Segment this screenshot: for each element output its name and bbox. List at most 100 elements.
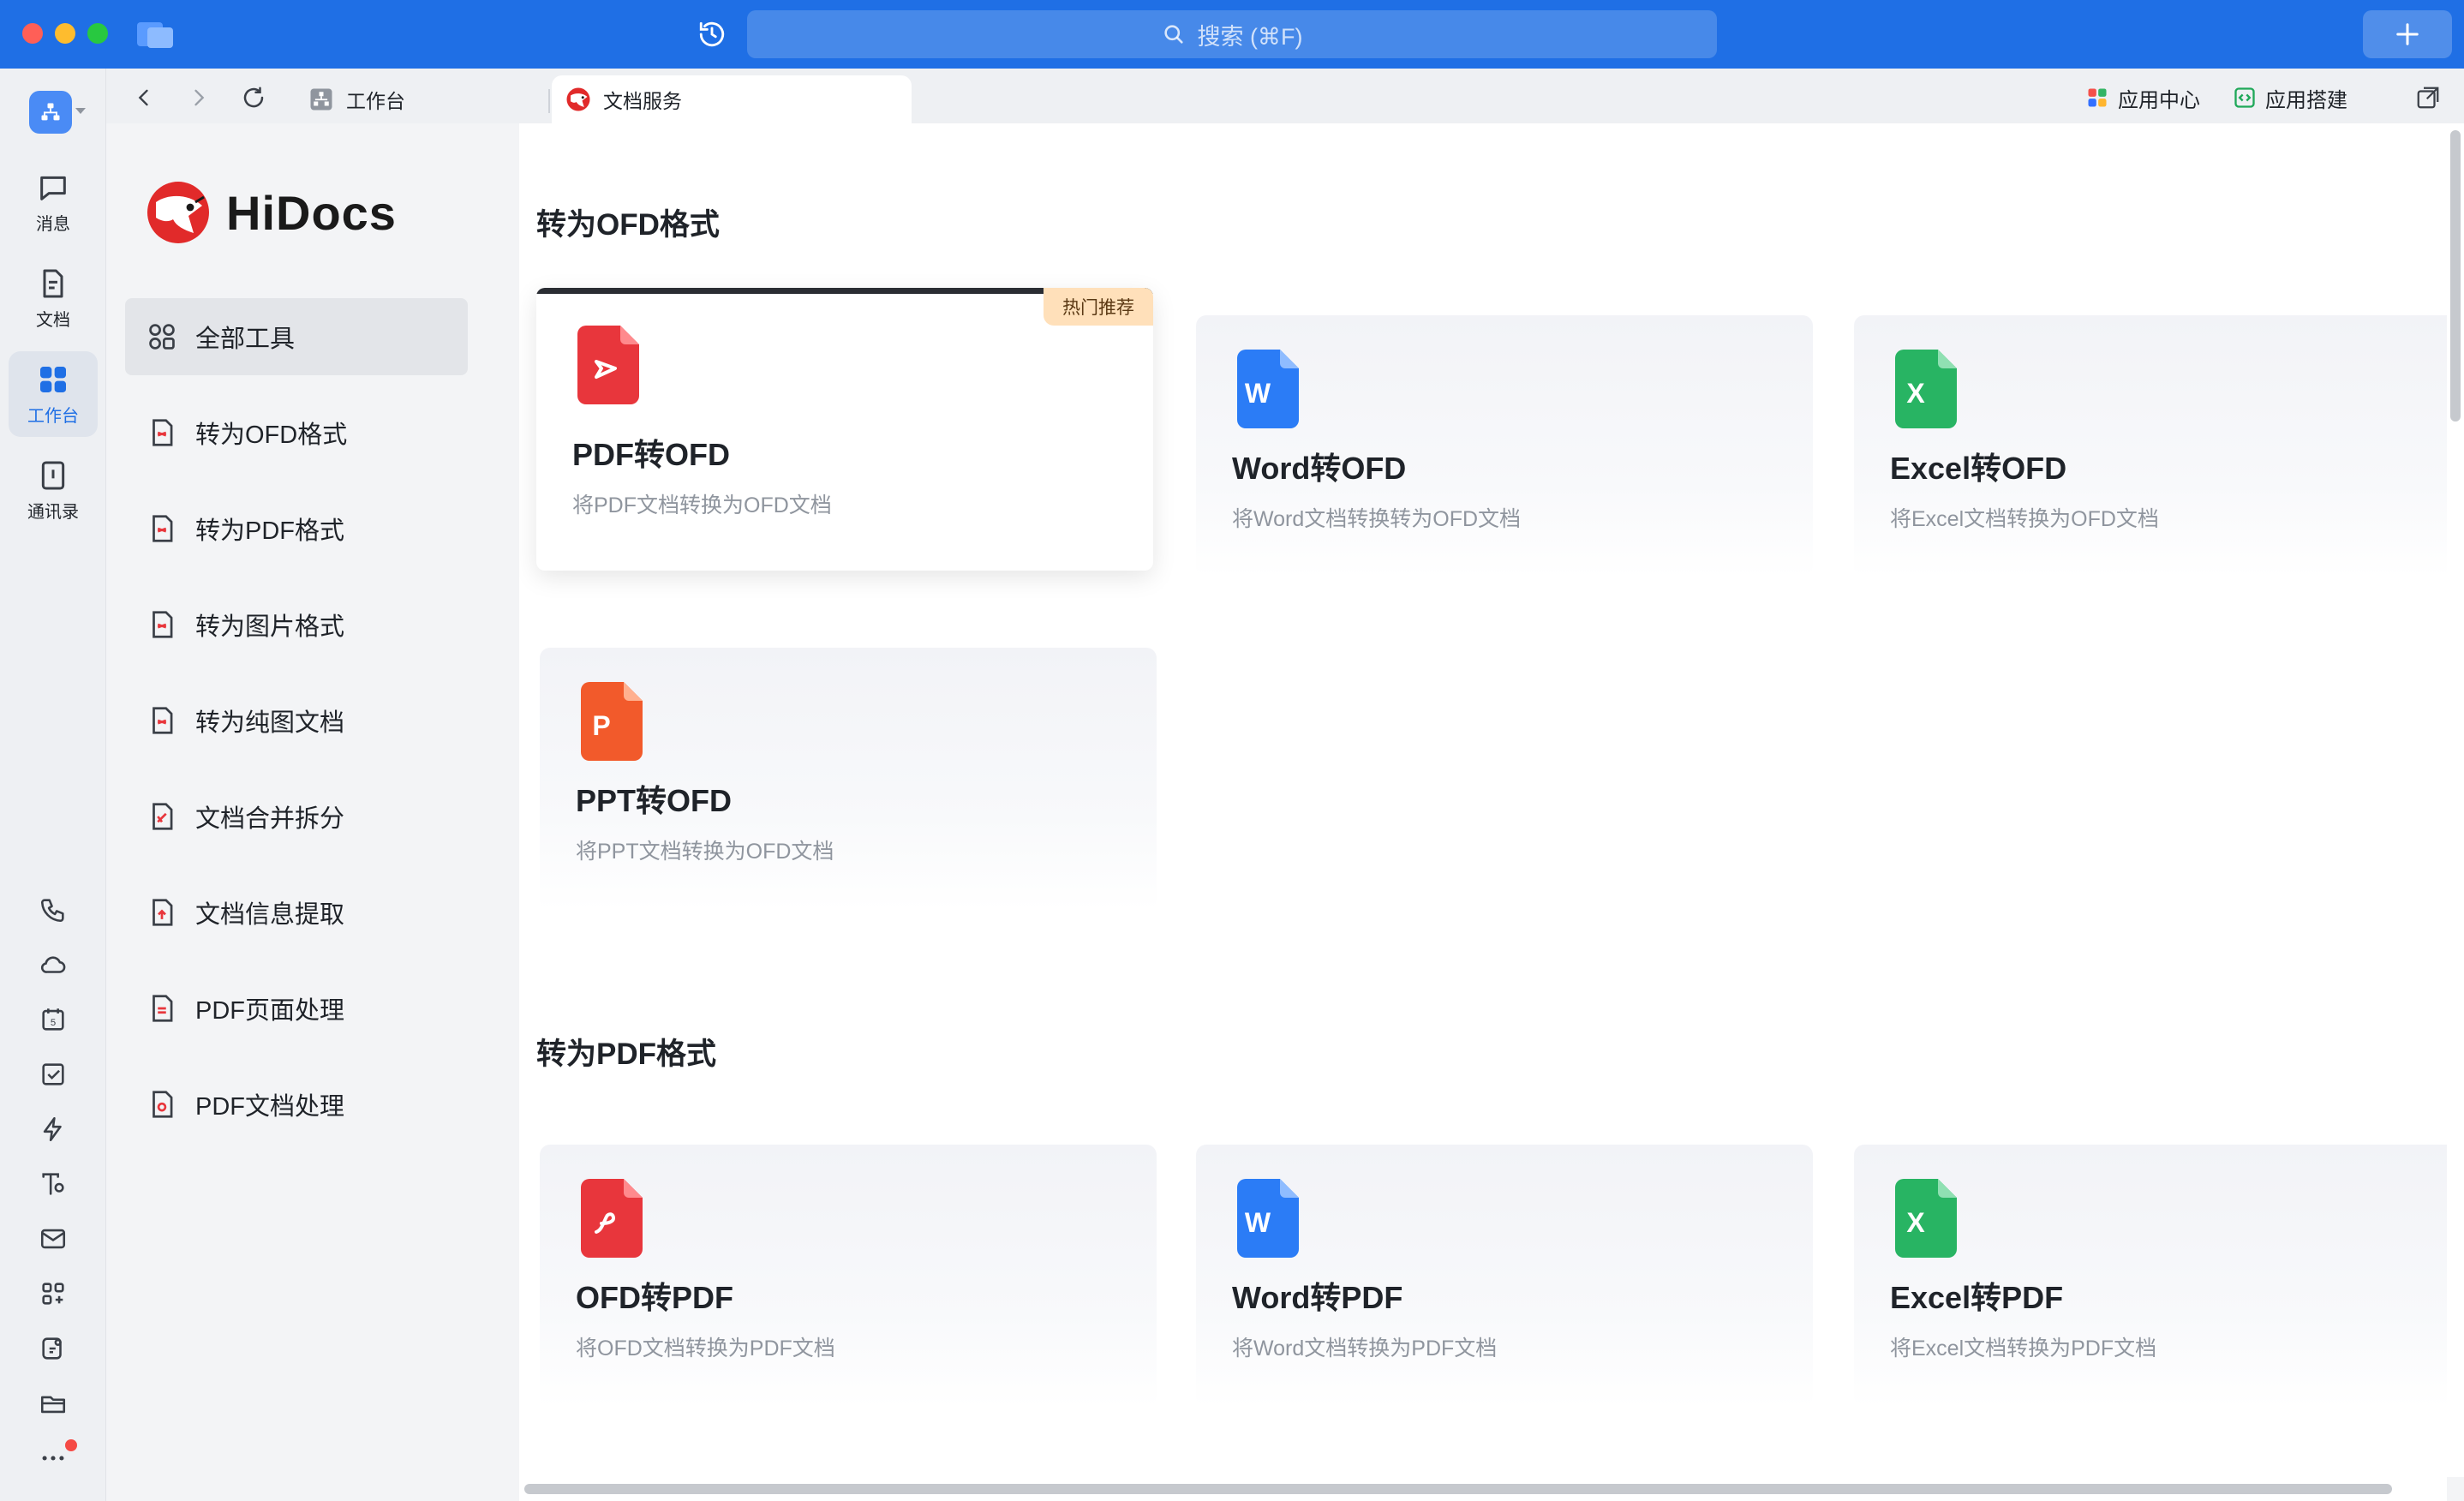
- ppt-letter: P: [592, 710, 610, 741]
- history-icon[interactable]: [694, 16, 730, 52]
- menu-item-extract-info[interactable]: 文档信息提取: [125, 874, 468, 951]
- rail-item-contacts[interactable]: 通讯录: [9, 447, 98, 533]
- hidocs-logo: HiDocs: [144, 178, 397, 247]
- menu-item-merge-split[interactable]: 文档合并拆分: [125, 778, 468, 855]
- vertical-scrollbar[interactable]: [2447, 123, 2464, 1477]
- main-content: 转为OFD格式 热门推荐 PDF转OFD 将PDF文档转换为OFD文档 W Wo…: [519, 123, 2447, 1477]
- title-bar: 搜索 (⌘F): [0, 0, 2464, 69]
- calendar-icon[interactable]: 5: [34, 1001, 72, 1038]
- apps-add-icon[interactable]: [34, 1275, 72, 1313]
- org-avatar[interactable]: [29, 91, 72, 134]
- menu-item-all-tools[interactable]: 全部工具: [125, 298, 468, 375]
- file-convert-icon: [153, 611, 173, 638]
- chevron-left-icon: [138, 89, 148, 106]
- file-convert-icon: [153, 707, 173, 734]
- rail-item-docs[interactable]: 文档: [9, 255, 98, 341]
- tab-bar: 工作台 文档服务 应用中心 应用搭建: [106, 69, 2464, 123]
- code-builder-icon: [2234, 87, 2255, 108]
- close-window-button[interactable]: [22, 23, 43, 44]
- workbench-grid-icon: [40, 366, 66, 392]
- rail-item-label: 工作台: [27, 406, 79, 426]
- menu-item-label: 文档信息提取: [195, 901, 345, 929]
- text-tool-icon[interactable]: [34, 1165, 72, 1203]
- plus-icon: [2396, 23, 2419, 45]
- maximize-window-button[interactable]: [87, 23, 108, 44]
- tab-label: 文档服务: [603, 90, 682, 112]
- file-pages-icon: [153, 995, 173, 1022]
- menu-item-to-ofd[interactable]: 转为OFD格式: [125, 394, 468, 471]
- add-button[interactable]: [2363, 10, 2452, 58]
- file-extract-icon: [153, 899, 173, 926]
- open-window-button[interactable]: [2411, 81, 2445, 115]
- card-description: 将Word文档转换为PDF文档: [1232, 1337, 1498, 1360]
- card-description: 将Excel文档转换为OFD文档: [1890, 507, 2159, 531]
- document-icon: [43, 269, 63, 297]
- chevron-down-icon[interactable]: [75, 108, 86, 114]
- app-builder-label: 应用搭建: [2265, 88, 2347, 112]
- hot-recommend-badge: 热门推荐: [1044, 288, 1153, 326]
- phone-icon[interactable]: [34, 891, 72, 929]
- all-tools-icon: [149, 324, 175, 350]
- calendar-day: 5: [51, 1018, 56, 1028]
- ppt-file-icon: P: [581, 682, 643, 761]
- tab-workbench[interactable]: 工作台: [295, 75, 535, 123]
- menu-item-to-image[interactable]: 转为图片格式: [125, 586, 468, 663]
- search-icon: [1163, 25, 1183, 44]
- task-check-icon[interactable]: [34, 1055, 72, 1093]
- tool-card-excel-to-ofd[interactable]: X Excel转OFD 将Excel文档转换为OFD文档: [1854, 315, 2447, 577]
- tab-label: 工作台: [346, 90, 405, 112]
- rail-item-workbench[interactable]: 工作台: [9, 351, 98, 437]
- minimize-window-button[interactable]: [55, 23, 75, 44]
- card-description: 将OFD文档转换为PDF文档: [576, 1337, 835, 1360]
- contacts-icon: [41, 461, 65, 489]
- menu-item-pdf-pages[interactable]: PDF页面处理: [125, 970, 468, 1047]
- card-title: OFD转PDF: [576, 1280, 733, 1315]
- word-letter: W: [1245, 378, 1271, 409]
- tool-card-ppt-to-ofd[interactable]: P PPT转OFD 将PPT文档转换为OFD文档: [540, 648, 1157, 910]
- section-title-pdf: 转为PDF格式: [536, 1038, 717, 1071]
- org-chart-icon: [41, 103, 60, 121]
- tool-card-excel-to-pdf[interactable]: X Excel转PDF 将Excel文档转换为PDF文档: [1854, 1145, 2447, 1407]
- app-center-label: 应用中心: [2118, 88, 2200, 112]
- scrollbar-thumb[interactable]: [524, 1484, 2392, 1494]
- file-convert-icon: [153, 419, 173, 446]
- refresh-button[interactable]: [236, 81, 271, 115]
- card-description: 将PDF文档转换为OFD文档: [572, 493, 832, 517]
- horizontal-scrollbar[interactable]: [519, 1477, 2447, 1501]
- excel-letter: X: [1906, 378, 1925, 409]
- app-builder-link[interactable]: 应用搭建: [2233, 81, 2347, 115]
- ofd-file-icon: [581, 1179, 643, 1258]
- notification-dot: [65, 1439, 77, 1451]
- rail-item-label: 消息: [36, 214, 70, 234]
- folder-icon[interactable]: [34, 1384, 72, 1422]
- tool-card-word-to-pdf[interactable]: W Word转PDF 将Word文档转换为PDF文档: [1196, 1145, 1813, 1407]
- cloud-icon[interactable]: [34, 946, 72, 984]
- tool-card-word-to-ofd[interactable]: W Word转OFD 将Word文档转换转为OFD文档: [1196, 315, 1813, 577]
- menu-item-to-pdf[interactable]: 转为PDF格式: [125, 490, 468, 567]
- tool-card-pdf-to-ofd[interactable]: 热门推荐 PDF转OFD 将PDF文档转换为OFD文档: [536, 288, 1153, 571]
- rail-item-label: 通讯录: [27, 502, 79, 522]
- word-letter: W: [1245, 1207, 1271, 1238]
- tool-card-ofd-to-pdf[interactable]: OFD转PDF 将OFD文档转换为PDF文档: [540, 1145, 1157, 1407]
- excel-file-icon: X: [1895, 1179, 1957, 1258]
- card-description: 将Word文档转换转为OFD文档: [1232, 507, 1522, 531]
- hidocs-mascot-icon: [566, 87, 590, 111]
- back-button[interactable]: [127, 81, 161, 115]
- forward-button[interactable]: [182, 81, 216, 115]
- rail-item-messages[interactable]: 消息: [9, 159, 98, 245]
- menu-item-label: 全部工具: [195, 326, 296, 353]
- mail-icon[interactable]: [34, 1220, 72, 1258]
- rail-item-label: 文档: [36, 310, 70, 330]
- search-input[interactable]: 搜索 (⌘F): [747, 10, 1717, 58]
- doc-edit-icon[interactable]: [34, 1330, 72, 1367]
- app-center-link[interactable]: 应用中心: [2085, 81, 2200, 115]
- menu-item-to-image-doc[interactable]: 转为纯图文档: [125, 682, 468, 759]
- menu-item-label: PDF文档处理: [195, 1093, 345, 1121]
- word-file-icon: W: [1237, 350, 1299, 428]
- scrollbar-thumb[interactable]: [2450, 130, 2461, 422]
- menu-item-pdf-docs[interactable]: PDF文档处理: [125, 1066, 468, 1143]
- tab-doc-service[interactable]: 文档服务: [552, 75, 912, 123]
- hidocs-sidebar: HiDocs 全部工具 转为OFD格式 转为PDF格式 转为图片格式 转为纯图文…: [106, 123, 519, 1501]
- lightning-icon[interactable]: [34, 1110, 72, 1148]
- card-title: Excel转OFD: [1890, 451, 2067, 486]
